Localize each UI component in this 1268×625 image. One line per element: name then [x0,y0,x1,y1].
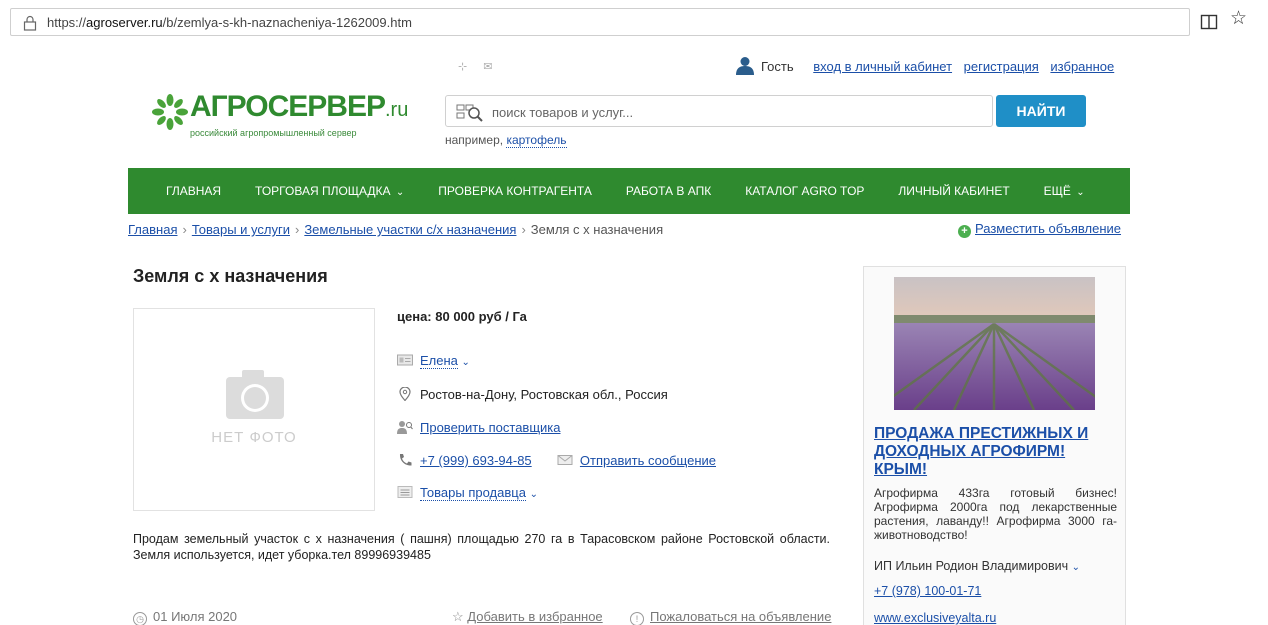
seller-goods-link[interactable]: Товары продавца [420,485,526,501]
ad-site-link[interactable]: www.exclusiveyalta.ru [874,611,996,625]
address-bar[interactable]: https://agroserver.ru/b/zemlya-s-kh-nazn… [10,8,1190,36]
post-ad-link[interactable]: Разместить объявление [975,221,1121,236]
seller-name-link[interactable]: Елена [420,353,458,369]
search-input[interactable] [492,102,972,122]
phone-row: +7 (999) 693-94-85 Отправить сообщение [397,453,716,468]
complain-link[interactable]: Пожаловаться на объявление [650,609,831,624]
nav-home[interactable]: ГЛАВНАЯ [128,168,238,214]
browser-toolbar: https://agroserver.ru/b/zemlya-s-kh-nazn… [0,0,1268,46]
post-ad[interactable]: + Разместить объявление [958,221,1121,238]
phone-link[interactable]: +7 (999) 693-94-85 [420,453,532,468]
listing-description: Продам земельный участок с х назначения … [133,532,830,562]
page-title: Земля с х назначения [133,266,328,286]
sitemap-icon[interactable]: ⊹ [458,61,483,73]
breadcrumb-separator: › [294,222,300,237]
logo-text: АГРОСЕРВЕР.ru [190,90,409,123]
add-favorites[interactable]: ☆ Добавить в избранное [452,609,603,625]
location-row: Ростов-на-Дону, Ростовская обл., Россия [397,387,668,402]
bookmark-star-icon[interactable]: ☆ [1230,9,1247,28]
breadcrumb-goods[interactable]: Товары и услуги [192,222,290,237]
breadcrumb-current: Земля с х назначения [530,222,664,237]
chevron-down-icon: ⌄ [1071,562,1081,573]
lavender-field-image[interactable] [894,277,1095,410]
address-url: https://agroserver.ru/b/zemlya-s-kh-nazn… [47,15,412,30]
nav-catalog[interactable]: КАТАЛОГ AGRO TOP [728,168,881,214]
exclamation-icon: ! [630,612,644,625]
phone-icon [399,454,412,466]
user-search-icon [397,421,413,434]
search-example-link[interactable]: картофель [506,133,567,148]
list-icon [397,486,413,498]
ad-seller[interactable]: ИП Ильин Родион Владимирович ⌄ [874,559,1080,573]
nav-marketplace[interactable]: ТОРГОВАЯ ПЛОЩАДКА ⌄ [238,168,421,214]
send-message-link[interactable]: Отправить сообщение [580,453,716,468]
ad-title-link[interactable]: ПРОДАЖА ПРЕСТИЖНЫХ И ДОХОДНЫХ АГРОФИРМ! … [874,425,1119,479]
chevron-down-icon: ⌄ [529,489,538,500]
favorites-link[interactable]: избранное [1050,59,1114,74]
check-supplier-row: Проверить поставщика [397,420,561,435]
catalog-search-icon [456,104,483,122]
check-supplier-link[interactable]: Проверить поставщика [420,420,561,435]
search-box [445,95,993,127]
main-nav: ГЛАВНАЯ ТОРГОВАЯ ПЛОЩАДКА ⌄ ПРОВЕРКА КОН… [128,168,1130,214]
reader-view-icon[interactable] [1200,13,1218,31]
chevron-down-icon: ⌄ [1076,187,1085,198]
nav-account[interactable]: ЛИЧНЫЙ КАБИНЕТ [881,168,1026,214]
login-link[interactable]: вход в личный кабинет [813,59,952,74]
nav-jobs[interactable]: РАБОТА В АПК [609,168,728,214]
nav-more[interactable]: ЕЩЁ ⌄ [1027,168,1102,214]
search-button[interactable]: НАЙТИ [996,95,1086,127]
breadcrumb-separator: › [521,222,526,237]
seller-row: Елена ⌄ [397,353,470,369]
location-pin-icon [399,387,411,401]
chevron-down-icon: ⌄ [395,187,405,198]
register-link[interactable]: регистрация [964,59,1039,74]
no-photo-placeholder: НЕТ ФОТО [133,308,375,511]
nav-counterparty-check[interactable]: ПРОВЕРКА КОНТРАГЕНТА [421,168,609,214]
clock-icon: ◷ [133,612,147,625]
price: цена: 80 000 руб / Га [397,309,527,324]
wheat-flower-logo-icon [152,94,188,130]
ad-text: Агрофирма 433га готовый бизнес! Агрофирм… [874,486,1117,542]
logo-tagline: российский агропромышленный сервер [190,128,357,138]
id-card-icon [397,354,413,366]
star-icon: ☆ [452,609,464,624]
chevron-down-icon: ⌄ [461,357,470,368]
sidebar-ad: ПРОДАЖА ПРЕСТИЖНЫХ И ДОХОДНЫХ АГРОФИРМ! … [863,266,1126,625]
breadcrumb: Главная › Товары и услуги › Земельные участк… [128,222,663,237]
complain[interactable]: ! Пожаловаться на объявление [630,609,831,625]
user-icon [736,57,754,75]
add-favorites-link[interactable]: Добавить в избранное [467,609,602,624]
ad-phone-link[interactable]: +7 (978) 100-01-71 [874,584,981,598]
breadcrumb-home[interactable]: Главная [128,222,177,237]
envelope-icon [557,455,573,465]
lock-icon [23,15,37,31]
sitemap-mail-icons[interactable]: ⊹✉ [458,60,508,73]
camera-icon [226,370,284,419]
search-example: например, картофель [445,133,567,148]
user-bar: Гость вход в личный кабинет регистрация … [735,56,1122,76]
plus-icon: + [958,225,971,238]
breadcrumb-separator: › [182,222,187,237]
location-text: Ростов-на-Дону, Ростовская обл., Россия [420,387,668,402]
listing-date: ◷ 01 Июля 2020 [133,609,237,625]
seller-goods-row: Товары продавца ⌄ [397,485,538,501]
mail-icon[interactable]: ✉ [483,61,508,73]
no-photo-label: НЕТ ФОТО [211,429,297,446]
guest-label: Гость [761,59,794,74]
breadcrumb-land[interactable]: Земельные участки с/х назначения [304,222,516,237]
